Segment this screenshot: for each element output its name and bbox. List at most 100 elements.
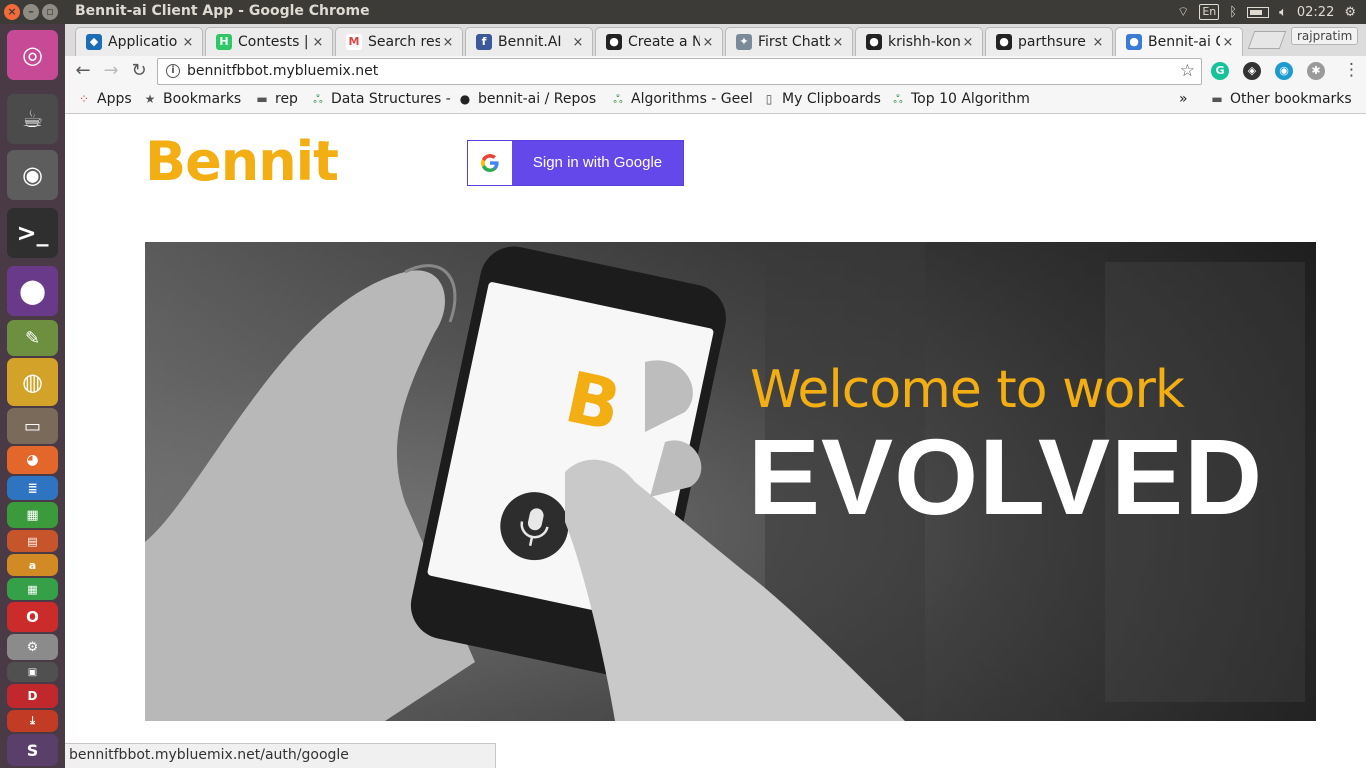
launcher-item-slack[interactable]: S [7, 734, 58, 766]
tab-close-icon[interactable]: × [310, 35, 326, 50]
text-editor-icon: ✎ [7, 320, 58, 356]
tab-close-icon[interactable]: × [570, 35, 586, 50]
browser-tab[interactable]: ✦ First Chatb × [725, 27, 853, 56]
launcher-item-teapot[interactable]: ☕ [7, 94, 58, 144]
launcher-item-tor[interactable]: ⬤ [7, 266, 58, 316]
bookmarks-overflow-chevron-icon[interactable]: » [1179, 91, 1188, 107]
launcher-item-text-editor[interactable]: ✎ [7, 320, 58, 356]
reload-icon[interactable]: ↻ [127, 59, 151, 83]
bookmark-star-icon[interactable]: ☆ [1180, 61, 1195, 81]
bluetooth-icon[interactable]: ᛒ [1229, 5, 1237, 20]
tab-close-icon[interactable]: × [1090, 35, 1106, 50]
bookmark-item[interactable]: ⁘ Apps [77, 91, 137, 107]
browser-tab[interactable]: M Search res × [335, 27, 463, 56]
other-bookmarks-folder[interactable]: ▬ Other bookmarks [1210, 91, 1351, 107]
new-tab-button[interactable] [1247, 31, 1287, 49]
lightbulb-extension-icon[interactable]: ✱ [1307, 62, 1325, 80]
launcher-item-files[interactable]: ▭ [7, 408, 58, 444]
calc-icon: ▦ [7, 502, 58, 528]
tab-title: krishh-kon [888, 34, 960, 50]
browser-tab[interactable]: ◆ Applicatio × [75, 27, 203, 56]
minimize-window-button[interactable]: – [23, 4, 39, 20]
launcher-item-usb-creator[interactable]: ⚙ [7, 634, 58, 660]
launcher-item-impress[interactable]: ▤ [7, 530, 58, 552]
bookmark-item[interactable]: ஃ Top 10 Algorithm [891, 91, 1031, 107]
launcher-item-writer[interactable]: ≣ [7, 476, 58, 500]
clock[interactable]: 02:22 [1297, 5, 1334, 20]
github-icon: ● [866, 34, 882, 50]
keyboard-layout-indicator[interactable]: En [1199, 4, 1220, 20]
app-icon: ◆ [86, 34, 102, 50]
bennit-logo[interactable]: Bennit [145, 134, 339, 190]
google-g-icon [468, 141, 512, 185]
bookmark-item[interactable]: ▯ My Clipboards [762, 91, 884, 107]
battery-icon[interactable] [1247, 6, 1270, 18]
url-text[interactable]: bennitfbbot.mybluemix.net [187, 63, 378, 79]
monitor-icon: ▣ [7, 662, 58, 682]
gmail-icon: M [346, 34, 362, 50]
bookmark-item[interactable]: ★ Bookmarks [143, 91, 249, 107]
terminal-icon: >_ [7, 208, 58, 258]
tab-title: Contests | [238, 34, 309, 50]
launcher-item-dictionary[interactable]: D [7, 684, 58, 708]
chrome-menu-icon[interactable]: ⋮ [1343, 61, 1360, 79]
tab-close-icon[interactable]: × [960, 35, 976, 50]
spreadsheet-icon: ▦ [7, 578, 58, 600]
writer-icon: ≣ [7, 476, 58, 500]
geeks-icon: ஃ [613, 92, 623, 106]
apps-grid-icon: ⁘ [78, 92, 90, 106]
facebook-icon: f [476, 34, 492, 50]
address-bar[interactable]: i bennitfbbot.mybluemix.net ☆ [157, 58, 1202, 85]
launcher-item-firefox[interactable]: ◕ [7, 446, 58, 474]
bookmark-item[interactable]: ஃ Algorithms - Geel [611, 91, 755, 107]
bookmarks-bar: ⁘ Apps ★ Bookmarks ▬ rep ஃ Data Structures - ● be… [65, 86, 1366, 114]
bookmark-item[interactable]: ஃ Data Structures - [311, 91, 451, 107]
maximize-window-button[interactable]: ▫ [42, 4, 58, 20]
browser-tab[interactable]: ● parthsure × [985, 27, 1113, 56]
profile-button[interactable]: rajpratim [1291, 27, 1359, 45]
browser-tab[interactable]: H Contests | × [205, 27, 333, 56]
system-top-bar: × – ▫ Bennit-ai Client App - Google Chro… [0, 0, 1366, 24]
tab-title: Search res [368, 34, 440, 50]
launcher-item-robot[interactable]: ◉ [7, 150, 58, 200]
wifi-icon[interactable]: ⌔ [1177, 4, 1189, 20]
eye-extension-icon[interactable]: ◉ [1275, 62, 1293, 80]
tab-title: Bennit-ai C [1148, 34, 1220, 50]
back-arrow-icon[interactable]: ← [71, 59, 95, 83]
launcher-item-monitor[interactable]: ▣ [7, 662, 58, 682]
cube-extension-icon[interactable]: ◈ [1243, 62, 1261, 80]
browser-tab[interactable]: f Bennit.AI × [465, 27, 593, 56]
launcher-item-synaptic[interactable]: ⤓ [7, 710, 58, 732]
tab-close-icon[interactable]: × [180, 35, 196, 50]
bookmark-label: Algorithms - Geel [631, 91, 753, 107]
volume-icon[interactable]: 🔈︎ [1279, 5, 1287, 20]
site-info-icon[interactable]: i [166, 64, 180, 78]
tab-title: Bennit.AI [498, 34, 562, 50]
launcher-item-opera[interactable]: O [7, 602, 58, 632]
launcher-item-chrome[interactable]: ◍ [7, 358, 58, 406]
launcher-item-terminal[interactable]: >_ [7, 208, 58, 258]
tab-close-icon[interactable]: × [1220, 35, 1236, 50]
browser-tab[interactable]: ● krishh-kon × [855, 27, 983, 56]
bookmark-item[interactable]: ● bennit-ai / Repos [458, 91, 604, 107]
launcher-item-spreadsheet[interactable]: ▦ [7, 578, 58, 600]
launcher-item-amazon[interactable]: a [7, 554, 58, 576]
launcher-item-calc[interactable]: ▦ [7, 502, 58, 528]
close-window-button[interactable]: × [4, 4, 20, 20]
browser-toolbar: ← → ↻ i bennitfbbot.mybluemix.net ☆ G ◈ ◉ ✱… [65, 56, 1366, 86]
tab-close-icon[interactable]: × [700, 35, 716, 50]
google-signin-button[interactable]: Sign in with Google [467, 140, 684, 186]
bookmark-item[interactable]: ▬ rep [255, 91, 305, 107]
tab-close-icon[interactable]: × [440, 35, 456, 50]
files-icon: ▭ [7, 408, 58, 444]
browser-tab[interactable]: ● Create a N × [595, 27, 723, 56]
grammarly-icon[interactable]: G [1211, 62, 1229, 80]
page-content: Bennit TM Sign in with Google B Welcome … [65, 114, 1366, 768]
forward-arrow-icon[interactable]: → [99, 59, 123, 83]
amazon-icon: a [7, 554, 58, 576]
tab-close-icon[interactable]: × [830, 35, 846, 50]
settings-gear-icon[interactable]: ⚙ [1344, 5, 1356, 20]
bookmark-label: rep [275, 91, 298, 107]
browser-tab[interactable]: ● Bennit-ai C × [1115, 27, 1243, 56]
launcher-item-ubuntu-dash[interactable]: ◎ [7, 30, 58, 80]
